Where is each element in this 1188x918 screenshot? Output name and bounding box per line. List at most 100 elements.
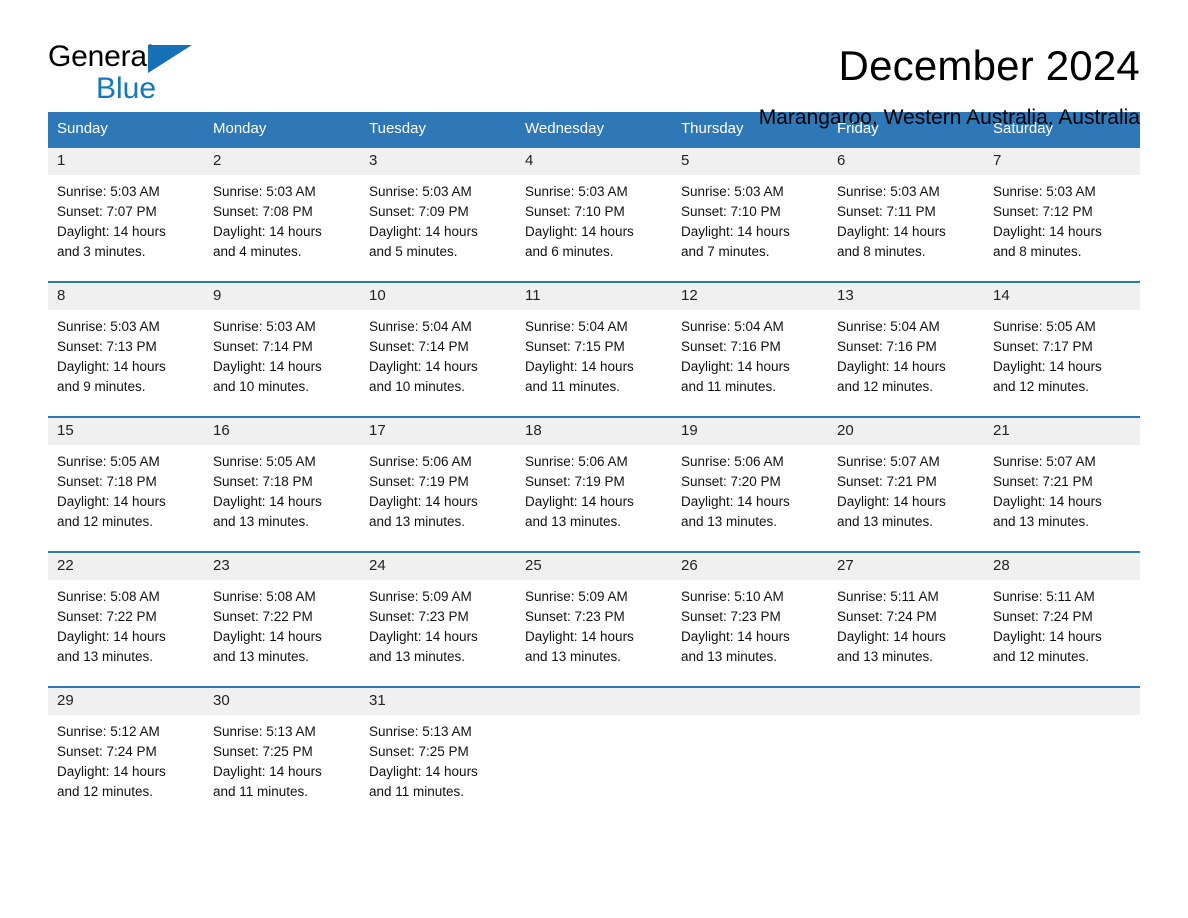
daylight-duration-line2: and 11 minutes. [369, 784, 465, 799]
calendar-day-cell[interactable]: 24 Sunrise: 5:09 AM Sunset: 7:23 PM Dayligh… [360, 551, 516, 687]
sunrise-time: Sunrise: 5:03 AM [57, 184, 160, 199]
calendar-day-cell[interactable]: 7 Sunrise: 5:03 AM Sunset: 7:12 PM Daylight… [984, 146, 1140, 282]
sunset-time: Sunset: 7:16 PM [837, 339, 937, 354]
sunset-time: Sunset: 7:13 PM [57, 339, 157, 354]
calendar-day-cell[interactable]: 20 Sunrise: 5:07 AM Sunset: 7:21 PM Dayligh… [828, 416, 984, 552]
day-details: Sunrise: 5:12 AM Sunset: 7:24 PM Daylight:… [48, 715, 204, 802]
generalblue-logo[interactable]: General Blue [48, 42, 198, 114]
calendar-day-cell[interactable]: 29 Sunrise: 5:12 AM Sunset: 7:24 PM Dayligh… [48, 686, 204, 817]
daylight-duration-line1: Daylight: 14 hours [993, 494, 1102, 509]
sunset-time: Sunset: 7:10 PM [525, 204, 625, 219]
weekday-header-monday: Monday [204, 112, 360, 147]
sunset-time: Sunset: 7:10 PM [681, 204, 781, 219]
daylight-duration-line1: Daylight: 14 hours [369, 359, 478, 374]
calendar-day-cell[interactable]: 31 Sunrise: 5:13 AM Sunset: 7:25 PM Dayligh… [360, 686, 516, 817]
day-number: 15 [48, 418, 204, 445]
daylight-duration-line1: Daylight: 14 hours [369, 224, 478, 239]
calendar-week-row: 8 Sunrise: 5:03 AM Sunset: 7:13 PM Daylight… [48, 281, 1140, 417]
calendar-day-cell[interactable]: 5 Sunrise: 5:03 AM Sunset: 7:10 PM Daylight… [672, 146, 828, 282]
day-details: Sunrise: 5:06 AM Sunset: 7:20 PM Daylight:… [672, 445, 828, 532]
daylight-duration-line2: and 13 minutes. [993, 514, 1090, 529]
calendar-day-cell[interactable]: 22 Sunrise: 5:08 AM Sunset: 7:22 PM Dayligh… [48, 551, 204, 687]
daylight-duration-line2: and 13 minutes. [213, 514, 310, 529]
calendar-day-cell[interactable]: 1 Sunrise: 5:03 AM Sunset: 7:07 PM Daylight… [48, 146, 204, 282]
sunrise-time: Sunrise: 5:07 AM [993, 454, 1096, 469]
sunrise-time: Sunrise: 5:03 AM [369, 184, 472, 199]
day-number: 20 [828, 418, 984, 445]
day-details: Sunrise: 5:09 AM Sunset: 7:23 PM Daylight:… [516, 580, 672, 667]
calendar-day-cell[interactable]: 19 Sunrise: 5:06 AM Sunset: 7:20 PM Dayligh… [672, 416, 828, 552]
calendar-day-cell[interactable]: 17 Sunrise: 5:06 AM Sunset: 7:19 PM Dayligh… [360, 416, 516, 552]
sunset-time: Sunset: 7:23 PM [525, 609, 625, 624]
page-header: General Blue December 2024 Marangaroo, W… [48, 0, 1140, 130]
daylight-duration-line1: Daylight: 14 hours [369, 764, 478, 779]
calendar-day-cell[interactable]: 12 Sunrise: 5:04 AM Sunset: 7:16 PM Dayligh… [672, 281, 828, 417]
calendar-week-row: 22 Sunrise: 5:08 AM Sunset: 7:22 PM Dayligh… [48, 551, 1140, 687]
calendar-day-cell-empty [828, 686, 984, 817]
daylight-duration-line2: and 13 minutes. [837, 649, 934, 664]
day-details: Sunrise: 5:07 AM Sunset: 7:21 PM Daylight:… [984, 445, 1140, 532]
logo-text-blue: Blue [96, 72, 157, 105]
day-number: 22 [48, 553, 204, 580]
daylight-duration-line1: Daylight: 14 hours [993, 224, 1102, 239]
day-number: 29 [48, 688, 204, 715]
day-number: 7 [984, 148, 1140, 175]
day-details: Sunrise: 5:03 AM Sunset: 7:13 PM Daylight:… [48, 310, 204, 397]
calendar-day-cell[interactable]: 21 Sunrise: 5:07 AM Sunset: 7:21 PM Dayligh… [984, 416, 1140, 552]
day-details: Sunrise: 5:05 AM Sunset: 7:18 PM Daylight:… [48, 445, 204, 532]
sunrise-time: Sunrise: 5:06 AM [525, 454, 628, 469]
calendar-day-cell-empty [984, 686, 1140, 817]
daylight-duration-line1: Daylight: 14 hours [993, 629, 1102, 644]
calendar-day-cell[interactable]: 4 Sunrise: 5:03 AM Sunset: 7:10 PM Daylight… [516, 146, 672, 282]
day-details: Sunrise: 5:04 AM Sunset: 7:15 PM Daylight:… [516, 310, 672, 397]
calendar-day-cell[interactable]: 11 Sunrise: 5:04 AM Sunset: 7:15 PM Dayligh… [516, 281, 672, 417]
daylight-duration-line2: and 11 minutes. [525, 379, 621, 394]
calendar-day-cell[interactable]: 10 Sunrise: 5:04 AM Sunset: 7:14 PM Dayligh… [360, 281, 516, 417]
title-block: December 2024 Marangaroo, Western Austra… [759, 42, 1140, 130]
calendar-day-cell[interactable]: 2 Sunrise: 5:03 AM Sunset: 7:08 PM Daylight… [204, 146, 360, 282]
day-details: Sunrise: 5:03 AM Sunset: 7:10 PM Daylight:… [516, 175, 672, 262]
day-details: Sunrise: 5:09 AM Sunset: 7:23 PM Daylight:… [360, 580, 516, 667]
daylight-duration-line1: Daylight: 14 hours [837, 224, 946, 239]
daylight-duration-line1: Daylight: 14 hours [525, 359, 634, 374]
daylight-duration-line1: Daylight: 14 hours [369, 494, 478, 509]
day-details: Sunrise: 5:08 AM Sunset: 7:22 PM Daylight:… [48, 580, 204, 667]
calendar-day-cell[interactable]: 18 Sunrise: 5:06 AM Sunset: 7:19 PM Dayligh… [516, 416, 672, 552]
day-number: 21 [984, 418, 1140, 445]
calendar-day-cell[interactable]: 8 Sunrise: 5:03 AM Sunset: 7:13 PM Daylight… [48, 281, 204, 417]
calendar-day-cell[interactable]: 25 Sunrise: 5:09 AM Sunset: 7:23 PM Dayligh… [516, 551, 672, 687]
sunset-time: Sunset: 7:25 PM [213, 744, 313, 759]
sunrise-time: Sunrise: 5:03 AM [837, 184, 940, 199]
day-details: Sunrise: 5:07 AM Sunset: 7:21 PM Daylight:… [828, 445, 984, 532]
calendar-day-cell[interactable]: 27 Sunrise: 5:11 AM Sunset: 7:24 PM Dayligh… [828, 551, 984, 687]
day-number: 25 [516, 553, 672, 580]
calendar-day-cell[interactable]: 9 Sunrise: 5:03 AM Sunset: 7:14 PM Daylight… [204, 281, 360, 417]
sunrise-time: Sunrise: 5:09 AM [525, 589, 628, 604]
sunset-time: Sunset: 7:16 PM [681, 339, 781, 354]
calendar-day-cell[interactable]: 26 Sunrise: 5:10 AM Sunset: 7:23 PM Dayligh… [672, 551, 828, 687]
calendar-day-cell[interactable]: 23 Sunrise: 5:08 AM Sunset: 7:22 PM Dayligh… [204, 551, 360, 687]
location-subtitle: Marangaroo, Western Australia, Australia [758, 106, 1140, 130]
sunrise-time: Sunrise: 5:03 AM [681, 184, 784, 199]
calendar-day-cell[interactable]: 30 Sunrise: 5:13 AM Sunset: 7:25 PM Dayligh… [204, 686, 360, 817]
sunset-time: Sunset: 7:09 PM [369, 204, 469, 219]
daylight-duration-line2: and 13 minutes. [369, 649, 466, 664]
calendar-day-cell[interactable]: 15 Sunrise: 5:05 AM Sunset: 7:18 PM Dayligh… [48, 416, 204, 552]
day-number: 19 [672, 418, 828, 445]
sunrise-time: Sunrise: 5:12 AM [57, 724, 160, 739]
sunset-time: Sunset: 7:23 PM [681, 609, 781, 624]
day-details: Sunrise: 5:11 AM Sunset: 7:24 PM Daylight:… [984, 580, 1140, 667]
calendar-day-cell[interactable]: 14 Sunrise: 5:05 AM Sunset: 7:17 PM Dayligh… [984, 281, 1140, 417]
day-details: Sunrise: 5:04 AM Sunset: 7:14 PM Daylight:… [360, 310, 516, 397]
calendar-day-cell[interactable]: 6 Sunrise: 5:03 AM Sunset: 7:11 PM Daylight… [828, 146, 984, 282]
daylight-duration-line1: Daylight: 14 hours [681, 629, 790, 644]
daylight-duration-line1: Daylight: 14 hours [213, 764, 322, 779]
calendar-day-cell[interactable]: 28 Sunrise: 5:11 AM Sunset: 7:24 PM Dayligh… [984, 551, 1140, 687]
daylight-duration-line2: and 10 minutes. [213, 379, 310, 394]
calendar-day-cell[interactable]: 13 Sunrise: 5:04 AM Sunset: 7:16 PM Dayligh… [828, 281, 984, 417]
calendar-day-cell-empty [516, 686, 672, 817]
day-details: Sunrise: 5:06 AM Sunset: 7:19 PM Daylight:… [360, 445, 516, 532]
sunrise-time: Sunrise: 5:03 AM [213, 184, 316, 199]
calendar-day-cell[interactable]: 3 Sunrise: 5:03 AM Sunset: 7:09 PM Daylight… [360, 146, 516, 282]
calendar-day-cell[interactable]: 16 Sunrise: 5:05 AM Sunset: 7:18 PM Dayligh… [204, 416, 360, 552]
